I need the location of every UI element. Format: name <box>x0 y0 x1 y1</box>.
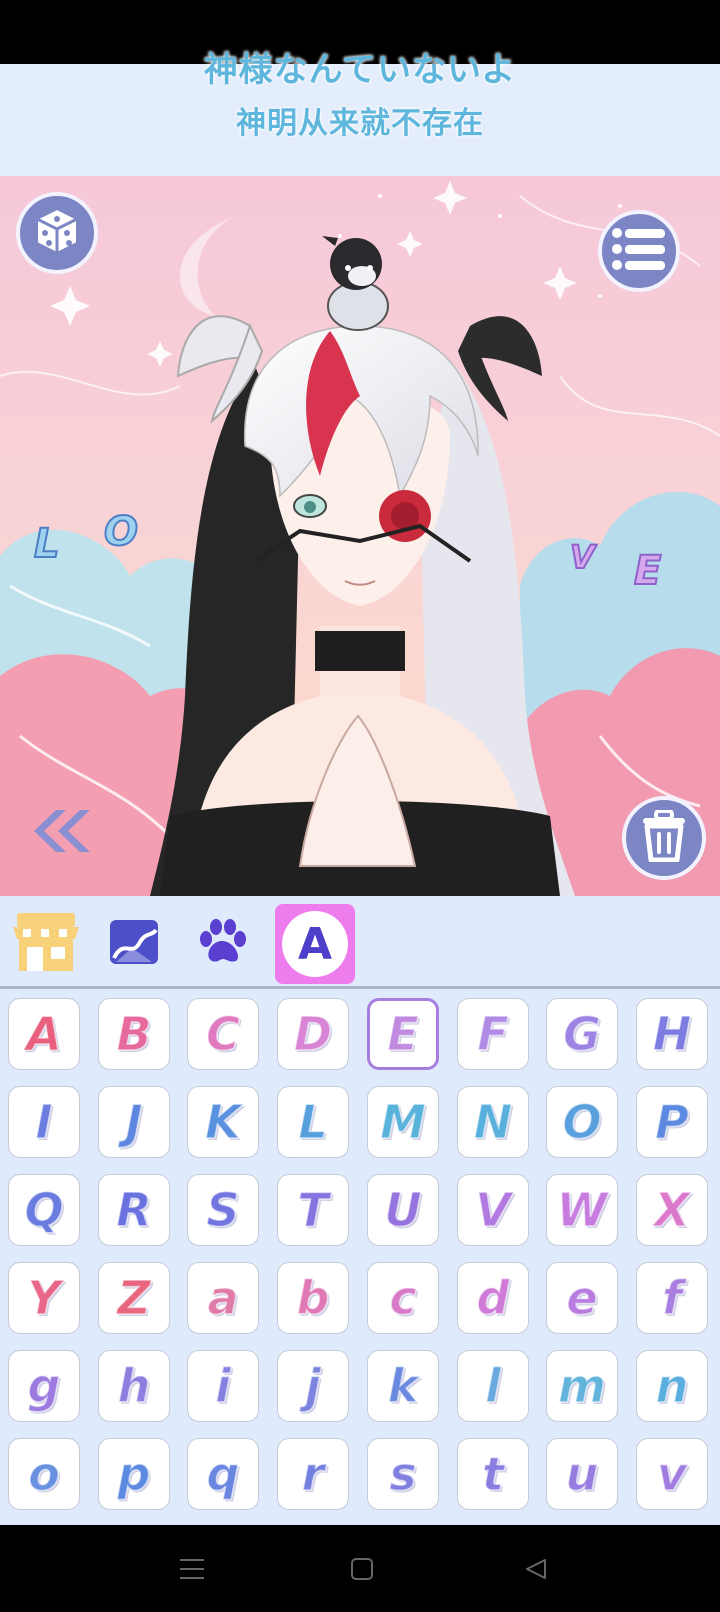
letter-key-a[interactable]: a <box>187 1262 259 1334</box>
back-triangle-icon[interactable] <box>520 1553 552 1585</box>
letter-key-t[interactable]: t <box>457 1438 529 1510</box>
menu-list-button[interactable] <box>598 210 680 292</box>
letter-key-u[interactable]: u <box>546 1438 618 1510</box>
letter-key-m[interactable]: m <box>546 1350 618 1422</box>
letter-key-N[interactable]: N <box>457 1086 529 1158</box>
lyrics-banner: 神様なんていないよ 神明从来就不存在 <box>0 50 720 176</box>
letter-key-f[interactable]: f <box>636 1262 708 1334</box>
letter-key-s[interactable]: s <box>367 1438 439 1510</box>
back-button[interactable] <box>22 806 92 856</box>
letter-key-j[interactable]: j <box>277 1350 349 1422</box>
letter-key-L[interactable]: L <box>277 1086 349 1158</box>
letter-key-B[interactable]: B <box>98 998 170 1070</box>
letter-key-K[interactable]: K <box>187 1086 259 1158</box>
dice-icon <box>31 205 83 261</box>
list-icon <box>611 227 667 275</box>
letter-key-D[interactable]: D <box>277 998 349 1070</box>
letter-key-o[interactable]: o <box>8 1438 80 1510</box>
trash-icon <box>641 809 687 866</box>
floating-letter[interactable]: V <box>569 537 596 577</box>
letter-key-p[interactable]: p <box>98 1438 170 1510</box>
letter-key-W[interactable]: W <box>546 1174 618 1246</box>
random-dice-button[interactable] <box>16 192 98 274</box>
letter-key-E[interactable]: E <box>367 998 439 1070</box>
letter-key-e[interactable]: e <box>546 1262 618 1334</box>
letter-key-Q[interactable]: Q <box>8 1174 80 1246</box>
letter-key-X[interactable]: X <box>636 1174 708 1246</box>
letter-key-M[interactable]: M <box>367 1086 439 1158</box>
lyric-line-japanese: 神様なんていないよ <box>203 50 517 90</box>
tab-shop[interactable] <box>6 904 86 984</box>
letter-key-U[interactable]: U <box>367 1174 439 1246</box>
letter-key-O[interactable]: O <box>546 1086 618 1158</box>
letter-key-T[interactable]: T <box>277 1174 349 1246</box>
tab-pets[interactable] <box>182 904 262 984</box>
system-nav-bar <box>0 1525 720 1612</box>
letter-key-R[interactable]: R <box>98 1174 170 1246</box>
letter-key-G[interactable]: G <box>546 998 618 1070</box>
floating-letter[interactable]: O <box>103 508 139 556</box>
tab-background[interactable] <box>94 904 174 984</box>
delete-button[interactable] <box>622 796 706 880</box>
letter-key-l[interactable]: l <box>457 1350 529 1422</box>
letter-key-c[interactable]: c <box>367 1262 439 1334</box>
letter-key-C[interactable]: C <box>187 998 259 1070</box>
landscape-icon <box>108 918 160 970</box>
letter-key-g[interactable]: g <box>8 1350 80 1422</box>
letter-key-b[interactable]: b <box>277 1262 349 1334</box>
letter-a-icon: A <box>282 911 348 977</box>
letter-key-n[interactable]: n <box>636 1350 708 1422</box>
letter-key-v[interactable]: v <box>636 1438 708 1510</box>
letter-key-k[interactable]: k <box>367 1350 439 1422</box>
shop-icon <box>11 911 81 977</box>
tab-letters[interactable]: A <box>275 904 355 984</box>
letter-a-label: A <box>297 918 333 970</box>
lyric-line-chinese: 神明从来就不存在 <box>236 106 484 141</box>
letter-grid: ABCDEFGH IJKLMNOP QRSTUVWX YZabcdef ghijklmn… <box>0 989 720 1525</box>
letter-key-F[interactable]: F <box>457 998 529 1070</box>
letter-key-Z[interactable]: Z <box>98 1262 170 1334</box>
letter-key-h[interactable]: h <box>98 1350 170 1422</box>
letter-key-Y[interactable]: Y <box>8 1262 80 1334</box>
letter-key-d[interactable]: d <box>457 1262 529 1334</box>
home-square-icon[interactable] <box>346 1553 378 1585</box>
letter-key-i[interactable]: i <box>187 1350 259 1422</box>
letter-key-I[interactable]: I <box>8 1086 80 1158</box>
menu-icon[interactable] <box>176 1553 208 1585</box>
floating-letter[interactable]: L <box>33 520 60 568</box>
character-canvas[interactable]: L O V E <box>0 176 720 896</box>
letter-key-P[interactable]: P <box>636 1086 708 1158</box>
letter-key-A[interactable]: A <box>8 998 80 1070</box>
double-chevron-left-icon <box>22 810 92 860</box>
letter-key-V[interactable]: V <box>457 1174 529 1246</box>
letter-key-H[interactable]: H <box>636 998 708 1070</box>
category-toolbar: A <box>0 896 720 988</box>
floating-letter[interactable]: E <box>633 547 662 595</box>
letter-key-q[interactable]: q <box>187 1438 259 1510</box>
letter-key-J[interactable]: J <box>98 1086 170 1158</box>
letter-key-r[interactable]: r <box>277 1438 349 1510</box>
paw-icon <box>196 917 248 971</box>
letter-key-S[interactable]: S <box>187 1174 259 1246</box>
